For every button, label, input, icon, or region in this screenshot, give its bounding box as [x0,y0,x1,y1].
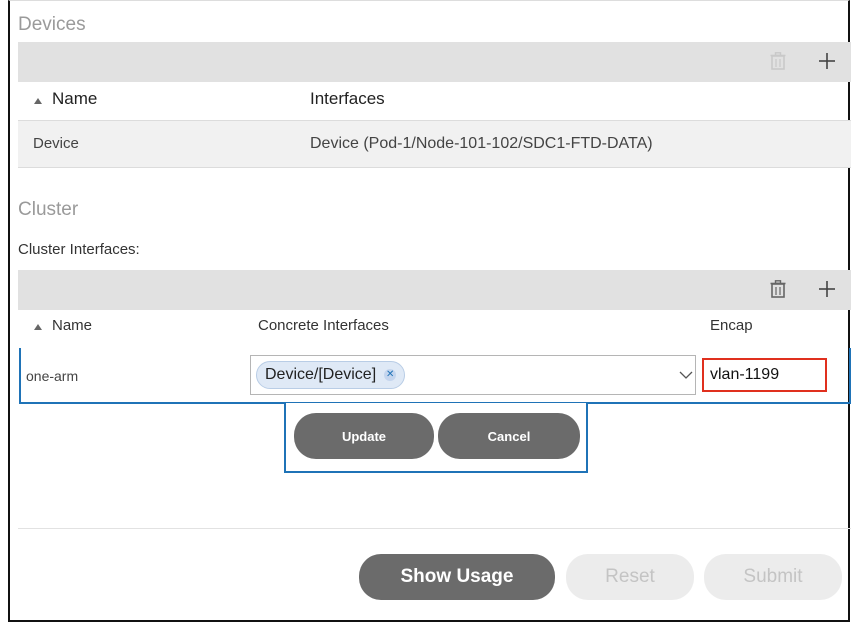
cluster-col-encap[interactable]: Encap [710,317,753,334]
cluster-row-name: one-arm [26,368,79,384]
show-usage-button[interactable]: Show Usage [359,554,555,600]
concrete-interfaces-select[interactable]: Device/[Device] ✕ [250,355,696,395]
cancel-button[interactable]: Cancel [438,413,580,459]
devices-title: Devices [18,14,86,35]
plus-icon[interactable] [815,49,839,73]
cluster-col-name[interactable]: Name [52,317,92,334]
submit-button[interactable]: Submit [704,554,842,600]
cluster-interfaces-label: Cluster Interfaces: [18,241,140,258]
devices-col-interfaces[interactable]: Interfaces [310,89,385,109]
footer-divider [18,528,851,529]
devices-toolbar [18,42,851,82]
sort-asc-icon[interactable] [33,318,43,335]
trash-icon[interactable] [766,49,790,73]
chevron-down-icon[interactable] [673,355,699,395]
device-name-cell: Device [33,135,79,152]
update-button[interactable]: Update [294,413,434,459]
devices-col-name[interactable]: Name [52,89,97,109]
device-interfaces-cell: Device (Pod-1/Node-101-102/SDC1-FTD-DATA… [310,135,653,152]
edit-actions-panel: Update Cancel [284,403,588,473]
x-circle-icon[interactable]: ✕ [384,369,397,381]
chip-label: Device/[Device] [265,366,377,383]
trash-icon[interactable] [766,277,790,301]
cluster-title: Cluster [18,199,79,220]
selected-interface-chip: Device/[Device] ✕ [256,361,406,389]
reset-button[interactable]: Reset [566,554,694,600]
cluster-toolbar [18,270,851,310]
plus-icon[interactable] [815,277,839,301]
encap-input[interactable] [702,358,827,392]
cluster-col-concrete-interfaces[interactable]: Concrete Interfaces [258,317,389,334]
sort-asc-icon[interactable] [33,90,43,110]
